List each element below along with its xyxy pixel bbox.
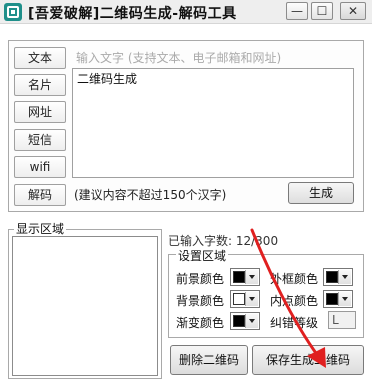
display-area-label: 显示区域 — [14, 220, 67, 237]
qr-display-canvas — [12, 236, 158, 376]
outer-frame-color-swatch — [326, 271, 338, 283]
tab-url[interactable]: 网址 — [14, 101, 66, 123]
chevron-down-icon — [338, 292, 351, 306]
gradient-color-label: 渐变颜色 — [176, 316, 225, 330]
delete-qr-button[interactable]: 删除二维码 — [170, 345, 248, 375]
inner-point-color-label: 内点颜色 — [270, 294, 319, 308]
maximize-button[interactable]: ☐ — [311, 2, 333, 20]
chevron-down-icon — [245, 314, 258, 328]
content-textarea[interactable]: 二维码生成 — [72, 68, 354, 178]
foreground-color-label: 前景颜色 — [176, 272, 225, 286]
tab-text[interactable]: 文本 — [14, 47, 66, 69]
gradient-color-swatch — [233, 315, 245, 327]
settings-area-label: 设置区域 — [176, 247, 229, 264]
generate-button[interactable]: 生成 — [288, 182, 354, 204]
tab-decode[interactable]: 解码 — [14, 184, 66, 206]
tab-sms[interactable]: 短信 — [14, 129, 66, 151]
chevron-down-icon — [245, 270, 258, 284]
tab-business-card[interactable]: 名片 — [14, 74, 66, 96]
foreground-color-swatch — [233, 271, 245, 283]
outer-frame-color-picker[interactable] — [323, 268, 353, 286]
text-input-placeholder[interactable]: 输入文字 (支持文本、电子邮箱和网址) — [72, 49, 354, 67]
error-level-select[interactable]: L — [328, 311, 356, 329]
minimize-button[interactable]: — — [286, 2, 308, 20]
save-qr-button[interactable]: 保存生成二维码 — [252, 345, 364, 375]
window-title: [吾爱破解]二维码生成-解码工具 — [28, 6, 237, 22]
inner-point-color-picker[interactable] — [323, 290, 353, 308]
app-icon — [4, 3, 22, 21]
error-level-label: 纠错等级 — [270, 316, 319, 330]
foreground-color-picker[interactable] — [230, 268, 260, 286]
background-color-label: 背景颜色 — [176, 294, 225, 308]
gradient-color-picker[interactable] — [230, 312, 260, 330]
chevron-down-icon — [245, 292, 258, 306]
close-button[interactable]: ✕ — [340, 2, 366, 20]
background-color-picker[interactable] — [230, 290, 260, 308]
tab-wifi[interactable]: wifi — [14, 156, 66, 178]
outer-frame-color-label: 外框颜色 — [270, 272, 319, 286]
length-hint: (建议内容不超过150个汉字) — [74, 188, 227, 202]
background-color-swatch — [233, 293, 245, 305]
chevron-down-icon — [338, 270, 351, 284]
inner-point-color-swatch — [326, 293, 338, 305]
